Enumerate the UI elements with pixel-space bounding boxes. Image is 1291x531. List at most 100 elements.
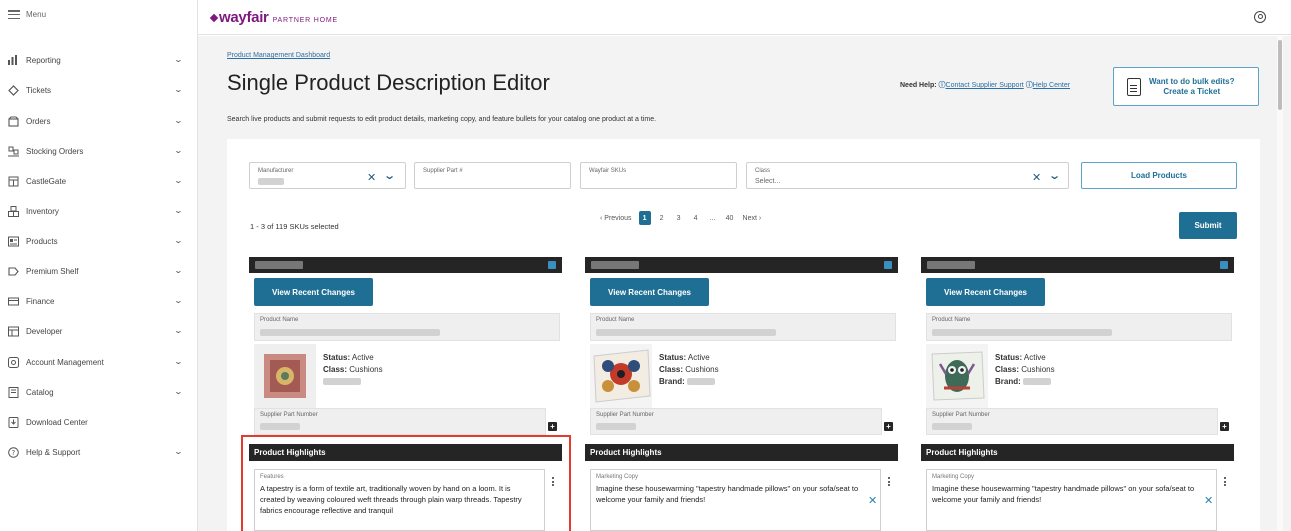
help-center-link[interactable]: Help Center — [1033, 82, 1070, 89]
manufacturer-label: Manufacturer — [258, 168, 294, 174]
pager-page-2[interactable]: 2 — [656, 211, 668, 225]
page-title: Single Product Description Editor — [227, 70, 550, 95]
chevron-down-icon: ⌄ — [173, 357, 184, 366]
sidebar-item-inventory[interactable]: Inventory ⌄ — [8, 203, 186, 219]
scrollbar-thumb[interactable] — [1278, 40, 1282, 110]
sidebar-item-account-management[interactable]: Account Management ⌄ — [8, 354, 186, 370]
box-icon — [8, 115, 19, 127]
pager-page-3[interactable]: 3 — [673, 211, 685, 225]
more-options-icon[interactable] — [888, 477, 890, 486]
add-icon[interactable]: + — [1220, 422, 1229, 431]
marketing-copy-field[interactable]: Marketing Copy Imagine these housewarmin… — [590, 469, 881, 531]
contact-support-link[interactable]: Contact Supplier Support — [946, 82, 1024, 89]
menu-toggle[interactable]: Menu — [8, 10, 46, 19]
clear-icon[interactable]: ✕ — [1204, 494, 1213, 507]
info-icon: ⓘ — [938, 82, 946, 89]
sidebar-item-label: Premium Shelf — [26, 266, 79, 276]
expand-icon[interactable] — [884, 261, 892, 269]
wayfair-logo[interactable]: wayfair PARTNER HOME — [209, 9, 338, 26]
supplier-part-number-label: Supplier Part Number — [932, 412, 990, 418]
clear-icon[interactable]: ✕ — [367, 171, 376, 184]
info-icon: ⓘ — [1025, 82, 1033, 89]
card-header — [249, 257, 562, 273]
product-thumbnail — [254, 344, 316, 408]
label-icon — [8, 266, 19, 277]
sidebar-item-developer[interactable]: Developer ⌄ — [8, 323, 186, 339]
chevron-down-icon: ⌄ — [173, 206, 184, 215]
sidebar-item-castlegate[interactable]: CastleGate ⌄ — [8, 173, 186, 189]
status-value: Active — [351, 353, 374, 362]
catalog-icon — [8, 386, 19, 398]
pager-previous[interactable]: ‹ Previous — [598, 211, 634, 225]
sidebar-item-label: Tickets — [26, 85, 52, 95]
supplier-part-number-field[interactable]: Supplier Part Number — [926, 408, 1218, 435]
product-name-label: Product Name — [596, 317, 635, 323]
sidebar-item-orders[interactable]: Orders ⌄ — [8, 113, 186, 129]
brand-redacted — [1023, 378, 1052, 386]
pager-page-4[interactable]: 4 — [690, 211, 702, 225]
wayfair-skus-input[interactable]: Wayfair SKUs — [580, 162, 737, 189]
product-info: Status: Active Class: Cushions — [323, 352, 383, 388]
hamburger-icon — [8, 10, 20, 19]
pager-ellipsis: ... — [709, 214, 716, 222]
view-recent-changes-button[interactable]: View Recent Changes — [254, 278, 373, 306]
chevron-down-icon[interactable]: ⌄ — [1048, 169, 1061, 182]
logo-subtitle: PARTNER HOME — [272, 17, 338, 24]
sidebar-item-catalog[interactable]: Catalog ⌄ — [8, 384, 186, 400]
svg-text:?: ? — [12, 449, 16, 457]
clear-icon[interactable]: ✕ — [1032, 171, 1041, 184]
class-label: Class — [755, 168, 771, 174]
product-name-field[interactable]: Product Name — [590, 313, 896, 341]
card-icon — [8, 296, 19, 307]
sidebar-item-finance[interactable]: Finance ⌄ — [8, 293, 186, 309]
class-select[interactable]: Class Select... ✕ ⌄ — [746, 162, 1069, 189]
pager-page-40[interactable]: 40 — [724, 211, 736, 225]
supplier-part-number-field[interactable]: Supplier Part Number — [254, 408, 546, 435]
sidebar-item-label: CastleGate — [26, 176, 67, 186]
manufacturer-value — [258, 178, 284, 185]
supplier-part-number-field[interactable]: Supplier Part Number — [590, 408, 882, 435]
supplier-part-input[interactable]: Supplier Part # — [414, 162, 571, 189]
marketing-copy-field[interactable]: Marketing Copy Imagine these housewarmin… — [926, 469, 1217, 531]
sidebar-item-stocking-orders[interactable]: Stocking Orders ⌄ — [8, 143, 186, 159]
product-name-field[interactable]: Product Name — [254, 313, 560, 341]
marketing-copy-text[interactable]: Imagine these housewarming "tapestry han… — [596, 483, 866, 505]
sidebar-item-help-support[interactable]: ? Help & Support ⌄ — [8, 444, 186, 460]
submit-button[interactable]: Submit — [1179, 212, 1237, 239]
expand-icon[interactable] — [548, 261, 556, 269]
user-account-icon[interactable] — [1254, 11, 1266, 23]
sku-redacted — [255, 261, 303, 269]
expand-icon[interactable] — [1220, 261, 1228, 269]
sidebar-item-products[interactable]: Products ⌄ — [8, 233, 186, 249]
pagination: ‹ Previous 1 2 3 4 ... 40 Next › — [598, 211, 763, 225]
product-name-redacted — [932, 329, 1112, 336]
status-label: Status: — [659, 353, 687, 362]
sidebar-item-premium-shelf[interactable]: Premium Shelf ⌄ — [8, 263, 186, 279]
product-name-field[interactable]: Product Name — [926, 313, 1232, 341]
add-icon[interactable]: + — [548, 422, 557, 431]
sidebar-item-reporting[interactable]: Reporting ⌄ — [8, 52, 186, 68]
view-recent-changes-button[interactable]: View Recent Changes — [590, 278, 709, 306]
more-options-icon[interactable] — [1224, 477, 1226, 486]
clear-icon[interactable]: ✕ — [868, 494, 877, 507]
load-products-button[interactable]: Load Products — [1081, 162, 1237, 189]
marketing-copy-text[interactable]: Imagine these housewarming "tapestry han… — [932, 483, 1202, 505]
add-icon[interactable]: + — [884, 422, 893, 431]
chevron-down-icon: ⌄ — [173, 146, 184, 155]
top-bar: wayfair PARTNER HOME — [198, 0, 1291, 35]
view-recent-changes-button[interactable]: View Recent Changes — [926, 278, 1045, 306]
document-icon — [1127, 77, 1141, 96]
sidebar-item-download-center[interactable]: Download Center — [8, 414, 186, 430]
supplier-part-label: Supplier Part # — [423, 168, 463, 174]
supplier-part-number-label: Supplier Part Number — [260, 412, 318, 418]
sidebar-item-tickets[interactable]: Tickets ⌄ — [8, 82, 186, 98]
pager-next[interactable]: Next › — [741, 211, 764, 225]
sidebar-item-label: Developer — [26, 326, 63, 336]
pager-page-1[interactable]: 1 — [638, 211, 651, 225]
manufacturer-select[interactable]: Manufacturer ✕ ⌄ — [249, 162, 406, 189]
page-scrollbar[interactable] — [1277, 36, 1283, 531]
help-icon: ? — [8, 446, 19, 458]
chevron-down-icon[interactable]: ⌄ — [383, 169, 396, 182]
breadcrumb[interactable]: Product Management Dashboard — [227, 52, 330, 59]
bulk-edit-ticket-button[interactable]: Want to do bulk edits? Create a Ticket — [1113, 67, 1259, 106]
